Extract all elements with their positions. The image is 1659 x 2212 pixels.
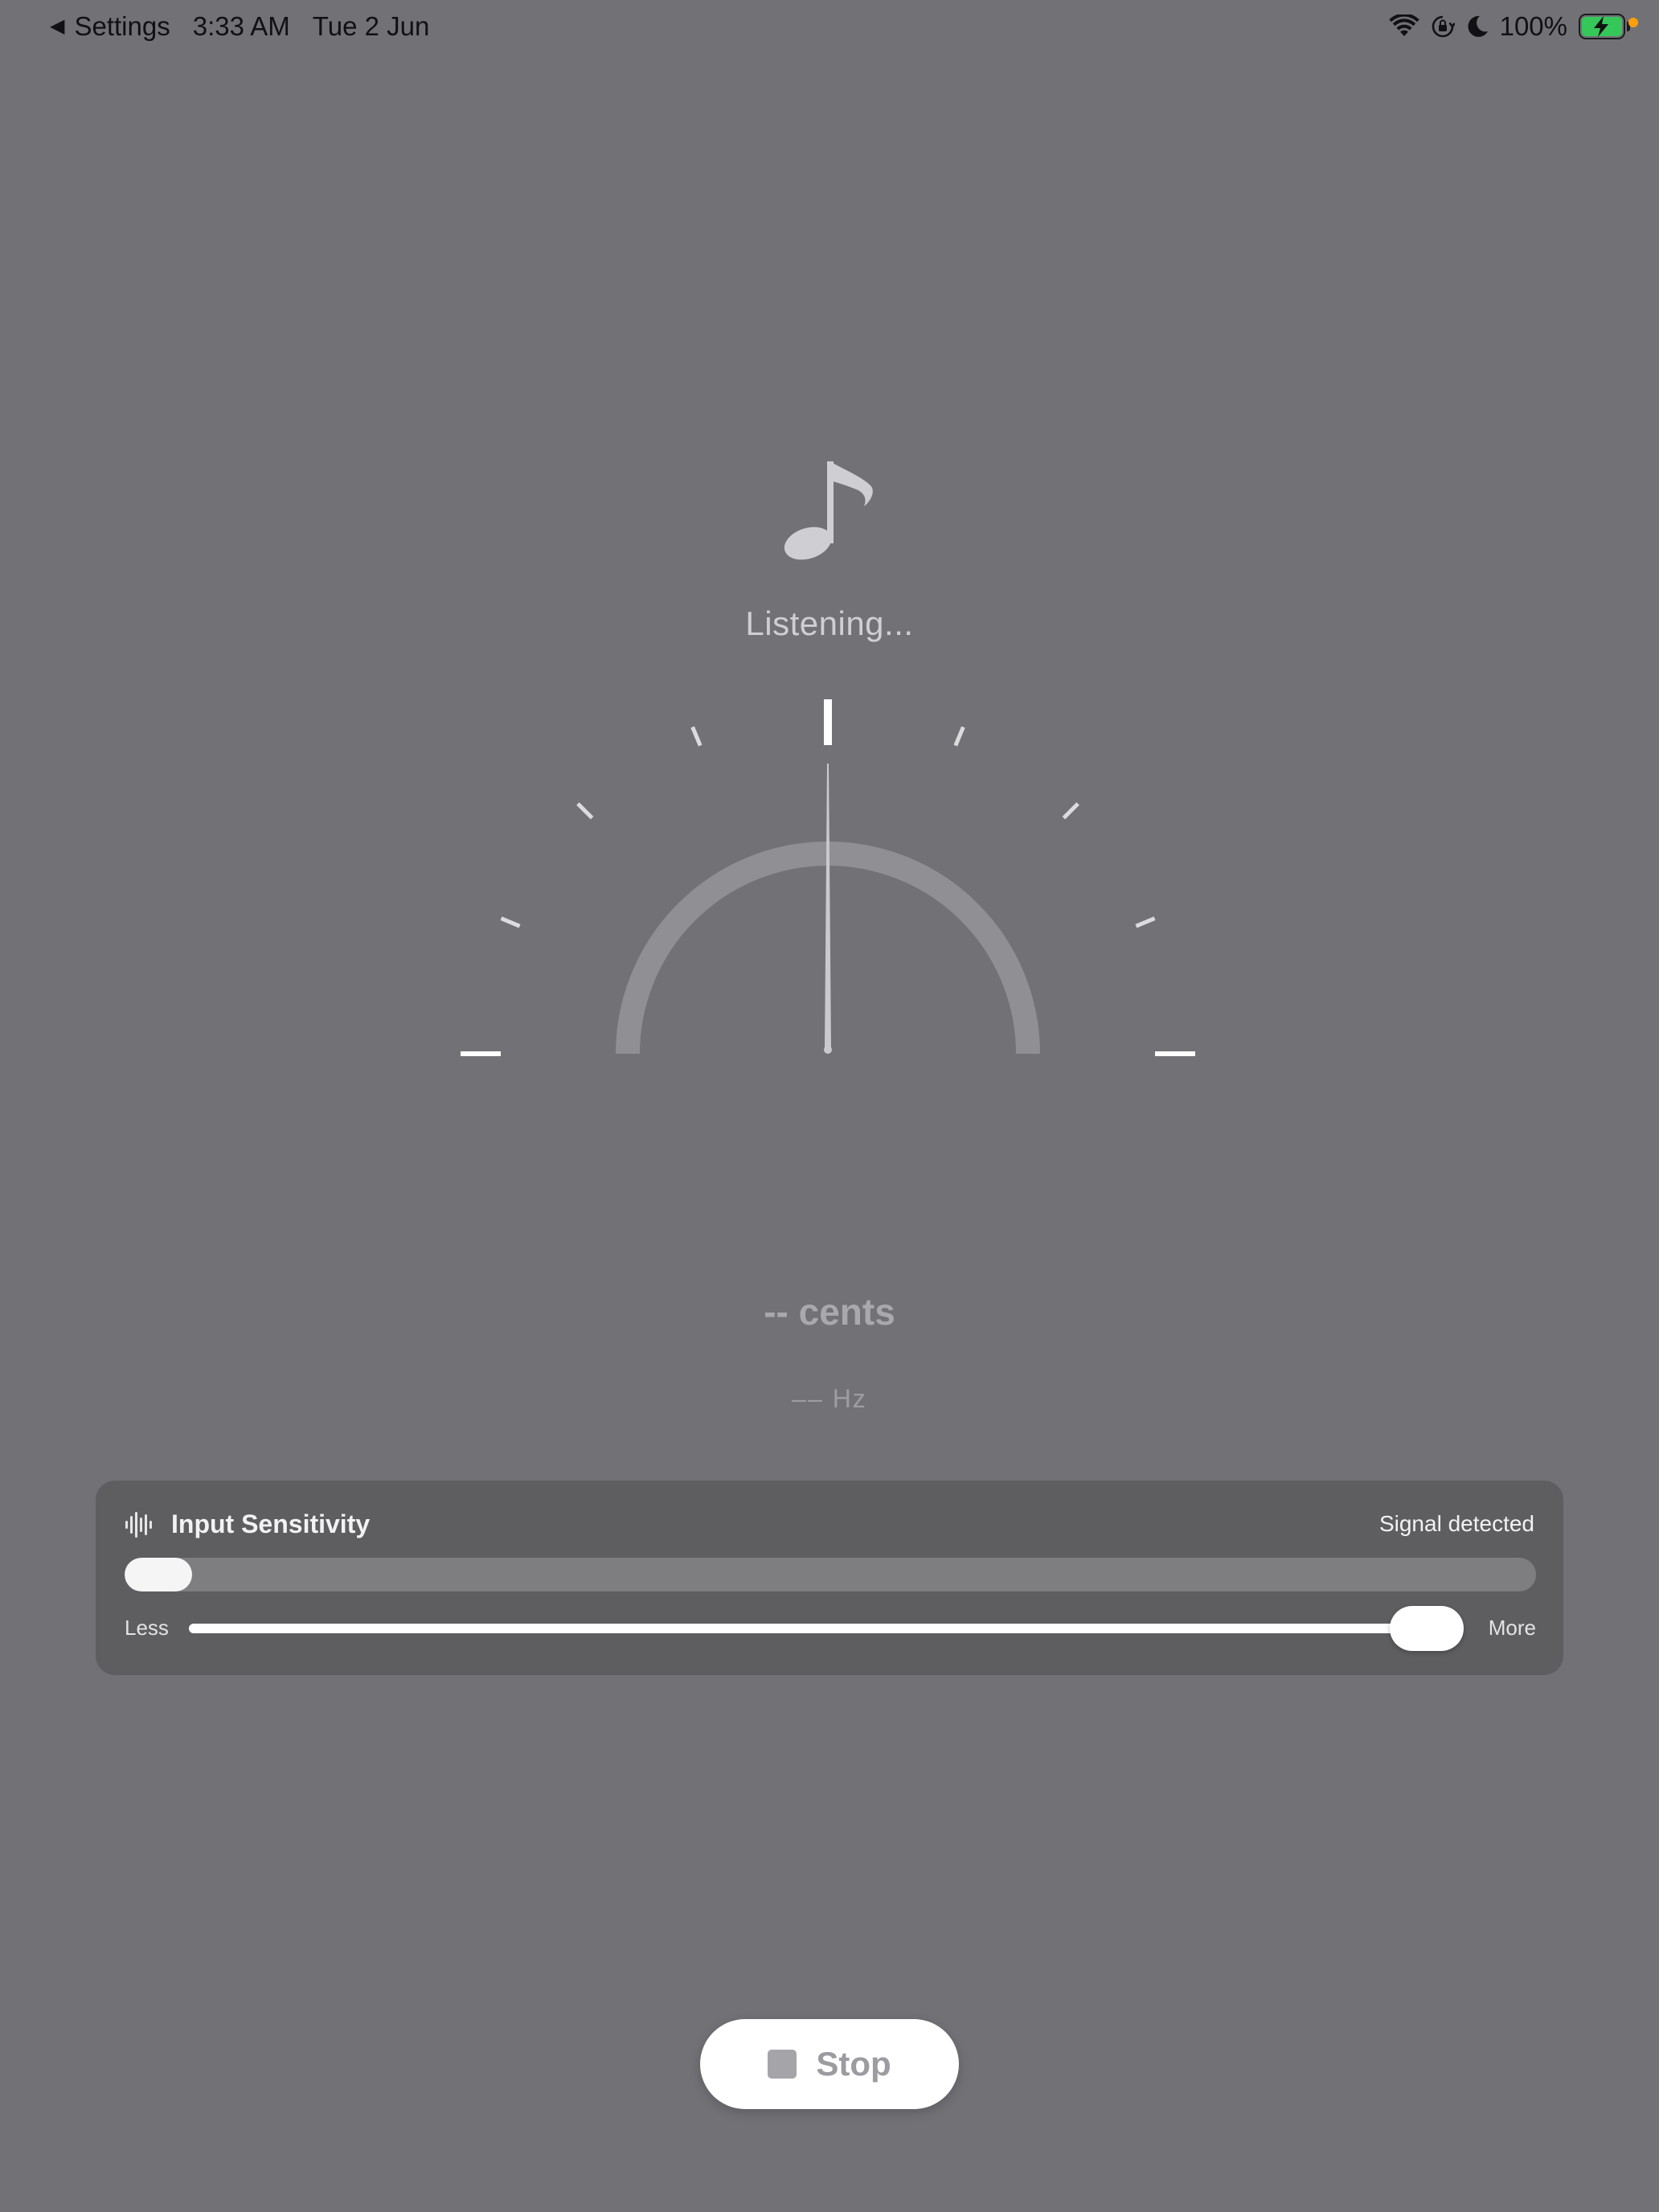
gauge-minor-tick [690, 726, 703, 747]
input-sensitivity-panel: Input Sensitivity Signal detected Less M… [96, 1481, 1563, 1675]
slider-less-label: Less [125, 1616, 169, 1640]
sensitivity-slider[interactable] [189, 1606, 1464, 1651]
gauge-needle [825, 764, 831, 1050]
slider-thumb[interactable] [1390, 1606, 1464, 1651]
gauge-minor-tick [953, 726, 965, 747]
stop-label: Stop [816, 2045, 891, 2083]
status-bar-right: 100% [1378, 11, 1630, 42]
slider-fill [189, 1624, 1427, 1633]
gauge-minor-tick [500, 916, 521, 928]
stop-button[interactable]: Stop [700, 2019, 959, 2109]
privacy-indicator-dot [1628, 18, 1638, 27]
moon-icon [1466, 14, 1489, 39]
gauge-minor-tick [1135, 916, 1156, 928]
back-to-settings-link[interactable]: ◀ Settings [50, 11, 170, 42]
back-label: Settings [74, 11, 170, 41]
input-level-meter [125, 1558, 1536, 1591]
status-bar-left: ◀ Settings 3:33 AM Tue 2 Jun [50, 11, 429, 42]
stop-square-icon [768, 2050, 797, 2079]
gauge-minor-tick [1062, 802, 1079, 820]
sensitivity-slider-row: Less More [125, 1606, 1536, 1651]
battery-percent: 100% [1499, 11, 1567, 41]
music-note-icon [784, 458, 877, 563]
input-level-fill [125, 1558, 192, 1591]
battery-charging-icon [1579, 14, 1630, 39]
wifi-icon [1388, 14, 1419, 39]
status-date: Tue 2 Jun [312, 11, 430, 41]
gauge-minor-tick [576, 802, 594, 820]
status-bar: ◀ Settings 3:33 AM Tue 2 Jun 100% [0, 0, 1659, 61]
input-sensitivity-title: Input Sensitivity [171, 1509, 371, 1538]
slider-more-label: More [1488, 1616, 1536, 1640]
orientation-lock-icon [1431, 14, 1455, 39]
input-sensitivity-header: Input Sensitivity Signal detected [125, 1508, 1534, 1543]
signal-status-text: Signal detected [1378, 1511, 1534, 1536]
listening-status: Listening... [745, 604, 914, 642]
tuning-gauge [461, 699, 1195, 1056]
waveform-icon [125, 1511, 154, 1542]
status-time: 3:33 AM [192, 11, 290, 41]
back-arrow-icon: ◀ [50, 14, 65, 37]
frequency-readout: –– Hz [792, 1384, 867, 1413]
cents-readout: -- cents [764, 1291, 895, 1333]
